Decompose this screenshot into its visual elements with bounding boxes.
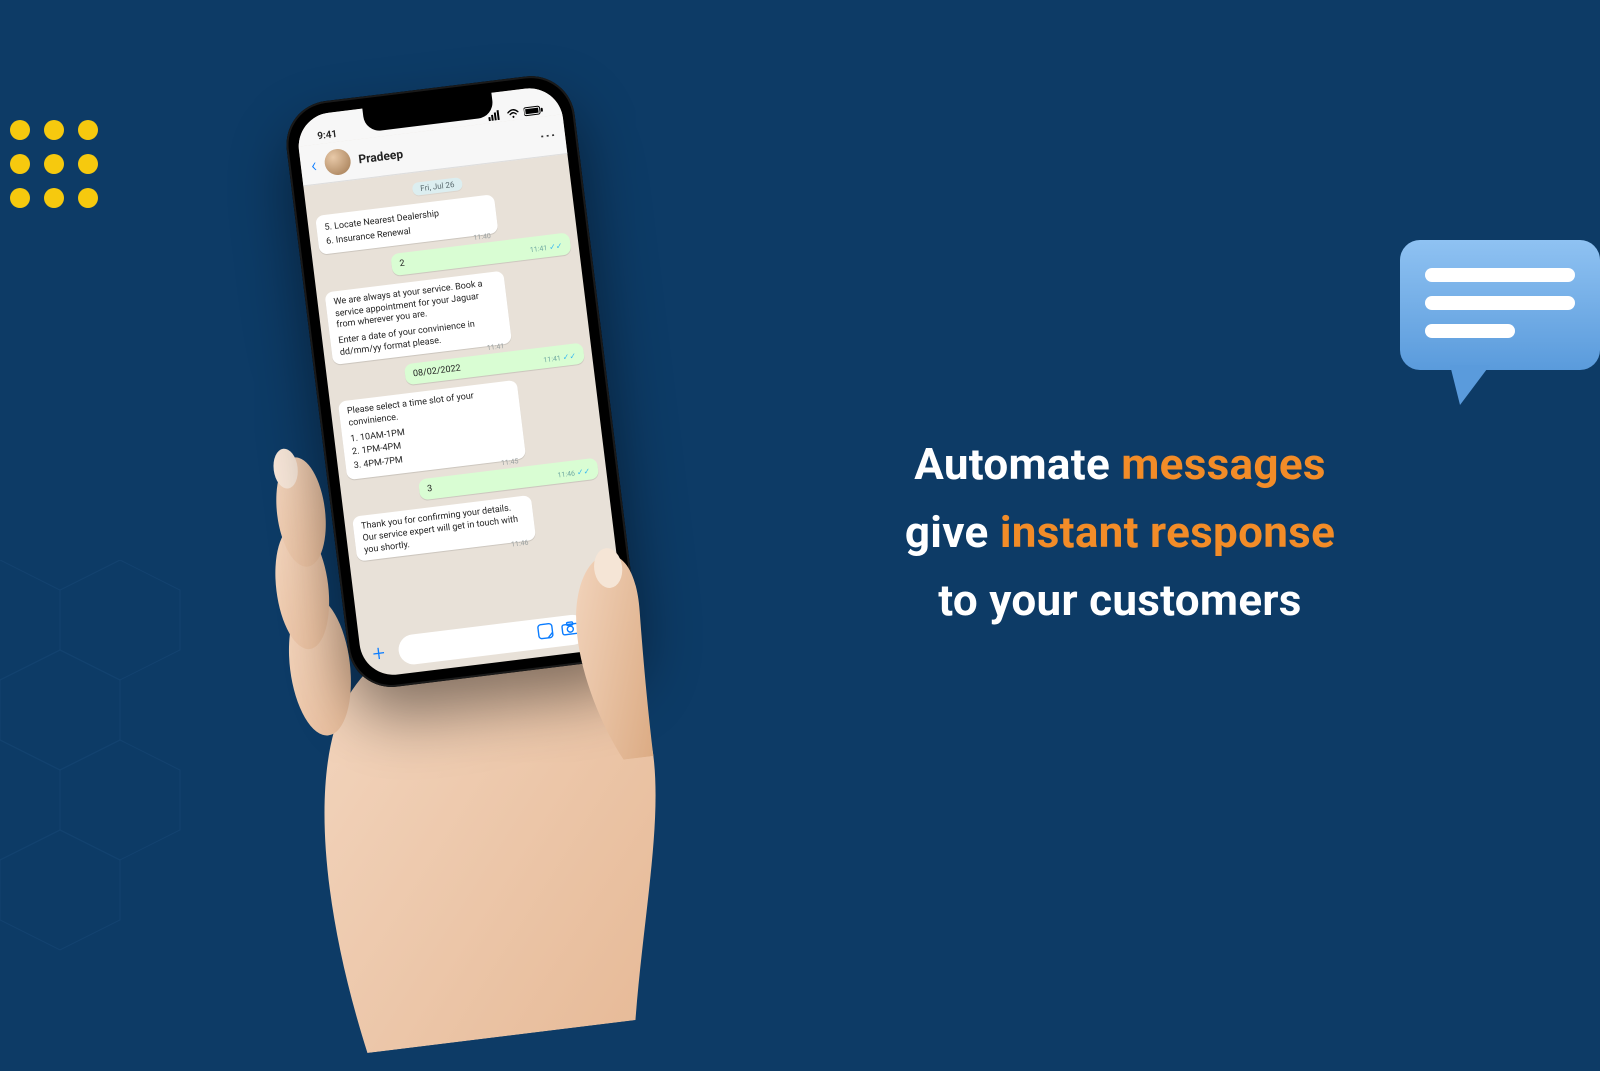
back-icon[interactable]: ‹ <box>309 152 318 177</box>
message-timestamp: 11:46 <box>511 539 529 550</box>
message-line: 3 <box>427 484 433 495</box>
message-timestamp: 11:41 <box>486 342 504 353</box>
sticker-icon[interactable] <box>536 622 554 644</box>
message-line: Thank you for confirming your details. O… <box>361 502 528 557</box>
status-time: 9:41 <box>317 129 338 142</box>
message-line: 08/02/2022 <box>412 363 461 379</box>
message-line: 2 <box>399 259 405 270</box>
date-chip: Fri, Jul 26 <box>412 177 463 196</box>
headline-part3: to your customers <box>938 574 1301 626</box>
microphone-icon[interactable] <box>594 614 620 637</box>
message-timestamp: 11:46✓✓ <box>557 466 591 480</box>
phone-mockup: 9:41 ‹ Pradeep ⋮ Fri, Jul 26 5. Locate N… <box>281 71 641 692</box>
more-options-icon[interactable]: ⋮ <box>543 128 551 144</box>
headline-accent1: messages <box>1121 438 1326 490</box>
battery-icon <box>523 105 544 117</box>
message-in: Please select a time slot of your convin… <box>338 380 526 480</box>
message-timestamp: 11:45 <box>501 457 519 468</box>
message-timestamp: 11:41✓✓ <box>543 351 577 365</box>
headline-part1: Automate <box>914 438 1121 490</box>
contact-name[interactable]: Pradeep <box>358 147 404 166</box>
message-timestamp: 11:41✓✓ <box>529 242 563 256</box>
marketing-headline: Automate messages give instant response … <box>750 430 1490 635</box>
hand-holding-phone: 9:41 ‹ Pradeep ⋮ Fri, Jul 26 5. Locate N… <box>133 61 748 928</box>
avatar[interactable] <box>323 147 352 176</box>
phone-screen: 9:41 ‹ Pradeep ⋮ Fri, Jul 26 5. Locate N… <box>295 84 628 678</box>
read-ticks-icon: ✓✓ <box>562 351 576 362</box>
message-in: Thank you for confirming your details. O… <box>352 495 536 562</box>
chat-bubble-icon <box>1380 230 1600 434</box>
read-ticks-icon: ✓✓ <box>549 242 563 253</box>
read-ticks-icon: ✓✓ <box>576 466 590 477</box>
attach-plus-icon[interactable]: + <box>366 640 393 667</box>
dot-grid-decoration <box>10 120 98 208</box>
headline-accent2: instant response <box>1000 506 1335 558</box>
headline-part2: give <box>905 506 1000 558</box>
wifi-icon <box>505 107 520 119</box>
message-in: We are always at your service. Book a se… <box>324 271 511 365</box>
chat-body: Fri, Jul 26 5. Locate Nearest Dealership… <box>303 154 622 635</box>
camera-icon[interactable] <box>560 620 580 640</box>
